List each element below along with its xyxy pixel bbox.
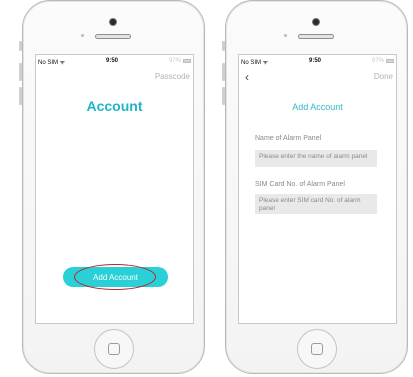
- mute-switch: [222, 41, 225, 51]
- clock: 9:50: [106, 58, 119, 64]
- volume-up-button: [222, 63, 225, 81]
- screen-add-account: No SIM ᯤ 9:50 97% ‹ Done Add Account Nam…: [238, 54, 397, 324]
- volume-down-button: [19, 87, 22, 105]
- done-button[interactable]: Done: [374, 72, 393, 81]
- page-title: Account: [86, 98, 143, 114]
- home-button-icon[interactable]: [94, 329, 134, 369]
- sensor-dot: [284, 34, 287, 37]
- battery-percent: 97%: [371, 58, 384, 64]
- home-square-icon: [311, 343, 323, 355]
- clock: 9:50: [309, 58, 322, 64]
- carrier-text: No SIM ᯤ: [38, 60, 66, 66]
- phone-frame-left: No SIM ᯤ 9:50 97% Passcode Account Add A…: [19, 0, 205, 374]
- page-title: Add Account: [292, 102, 343, 112]
- status-bar: No SIM ᯤ 9:50 97%: [239, 55, 396, 68]
- battery-icon: [183, 59, 191, 63]
- battery-percent: 97%: [168, 58, 181, 64]
- passcode-button[interactable]: Passcode: [155, 72, 190, 81]
- alarm-panel-name-label: Name of Alarm Panel: [255, 135, 322, 142]
- phone-frame-right: No SIM ᯤ 9:50 97% ‹ Done Add Account Nam…: [222, 0, 408, 374]
- sim-card-label: SIM Card No. of Alarm Panel: [255, 181, 345, 188]
- volume-up-button: [19, 63, 22, 81]
- volume-down-button: [222, 87, 225, 105]
- sensor-dot: [81, 34, 84, 37]
- add-account-button[interactable]: Add Account: [63, 267, 168, 287]
- alarm-panel-name-input[interactable]: Please enter the name of alarm panel: [255, 150, 377, 167]
- sim-card-input[interactable]: Please enter SIM card No. of alarm panel: [255, 194, 377, 214]
- speaker-icon: [95, 34, 131, 39]
- back-chevron-icon[interactable]: ‹: [245, 70, 249, 84]
- home-button-icon[interactable]: [297, 329, 337, 369]
- home-square-icon: [108, 343, 120, 355]
- carrier-text: No SIM ᯤ: [241, 60, 269, 66]
- status-bar: No SIM ᯤ 9:50 97%: [36, 55, 193, 68]
- camera-icon: [109, 18, 117, 26]
- speaker-icon: [298, 34, 334, 39]
- battery-icon: [386, 59, 394, 63]
- screen-account: No SIM ᯤ 9:50 97% Passcode Account Add A…: [35, 54, 194, 324]
- mute-switch: [19, 41, 22, 51]
- camera-icon: [312, 18, 320, 26]
